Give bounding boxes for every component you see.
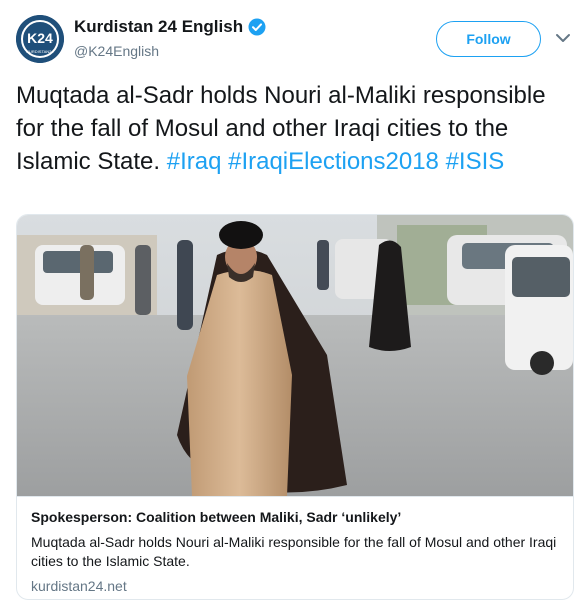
k24-logo-icon: K24 KURDISTAN24	[16, 15, 64, 63]
display-name[interactable]: Kurdistan 24 English	[74, 17, 266, 37]
display-name-text: Kurdistan 24 English	[74, 17, 244, 36]
follow-button[interactable]: Follow	[436, 21, 541, 57]
hashtag-iraqi-elections-2018[interactable]: #IraqiElections2018	[228, 148, 439, 175]
card-description: Muqtada al-Sadr holds Nouri al-Maliki re…	[31, 534, 557, 569]
svg-text:K24: K24	[27, 30, 53, 46]
card-image[interactable]	[17, 215, 573, 496]
tweet: K24 KURDISTAN24 Kurdistan 24 English @K2…	[0, 0, 588, 615]
card-photo	[17, 215, 573, 496]
tweet-text: Muqtada al-Sadr holds Nouri al-Maliki re…	[16, 79, 576, 178]
chevron-down-icon[interactable]	[555, 31, 571, 43]
verified-badge-icon	[248, 18, 266, 36]
avatar[interactable]: K24 KURDISTAN24	[16, 15, 64, 63]
user-handle[interactable]: @K24English	[74, 43, 159, 59]
card-domain[interactable]: kurdistan24.net	[31, 578, 127, 594]
card-title[interactable]: Spokesperson: Coalition between Maliki, …	[31, 509, 401, 525]
link-card[interactable]: Spokesperson: Coalition between Maliki, …	[16, 214, 574, 600]
card-body[interactable]: Spokesperson: Coalition between Maliki, …	[17, 496, 573, 599]
hashtag-isis[interactable]: #ISIS	[446, 148, 505, 175]
hashtag-iraq[interactable]: #Iraq	[167, 148, 222, 175]
svg-text:KURDISTAN24: KURDISTAN24	[26, 49, 54, 54]
